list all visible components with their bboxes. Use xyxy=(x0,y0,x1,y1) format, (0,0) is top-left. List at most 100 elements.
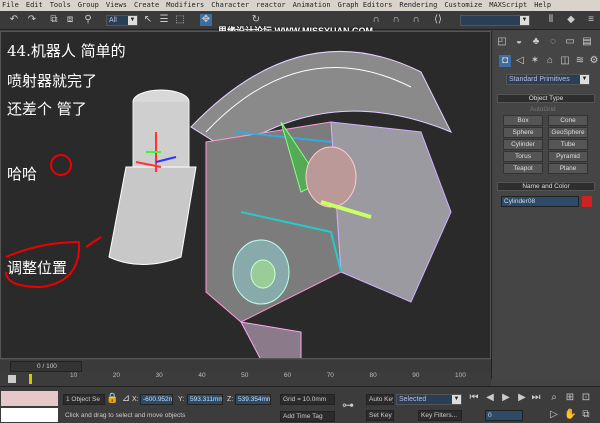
utilities-tab-icon[interactable]: ▤ xyxy=(581,36,593,48)
rectangular-selection-icon[interactable]: ⬚ xyxy=(174,14,186,26)
menu-character[interactable]: Character xyxy=(211,0,249,11)
object-type-rollout[interactable]: Object Type xyxy=(497,94,595,103)
teapot-button[interactable]: Teapot xyxy=(503,163,543,174)
angle-snap-icon[interactable]: ∩ xyxy=(390,14,402,26)
hierarchy-tab-icon[interactable]: ♣ xyxy=(530,36,542,48)
absolute-mode-icon[interactable]: ⊿ xyxy=(120,393,132,405)
track-bar[interactable]: 10 20 30 40 50 60 70 80 90 100 xyxy=(0,372,491,386)
lights-icon[interactable]: ✶ xyxy=(529,55,541,67)
helpers-icon[interactable]: ◫ xyxy=(559,55,571,67)
menu-edit[interactable]: Edit xyxy=(26,0,43,11)
menu-tools[interactable]: Tools xyxy=(50,0,71,11)
percent-snap-icon[interactable]: ∩ xyxy=(410,14,422,26)
object-name-input[interactable]: Cylinder08 xyxy=(501,196,579,207)
cone-button[interactable]: Cone xyxy=(548,115,588,126)
bind-space-warp-icon[interactable]: ⚲ xyxy=(82,14,94,26)
track-bar-toggle-icon[interactable] xyxy=(8,375,16,383)
zoom-all-icon[interactable]: ⊞ xyxy=(564,392,576,404)
motion-tab-icon[interactable]: ◌ xyxy=(547,36,559,48)
zoom-icon[interactable]: ⌕ xyxy=(548,392,560,404)
cylinder-button[interactable]: Cylinder xyxy=(503,139,543,150)
selection-count: 1 Object Se xyxy=(63,394,105,405)
display-tab-icon[interactable]: ▭ xyxy=(564,36,576,48)
modify-tab-icon[interactable]: ◒ xyxy=(513,36,525,48)
named-selection-icon[interactable]: ⟨⟩ xyxy=(432,14,444,26)
geosphere-button[interactable]: GeoSphere xyxy=(548,127,588,138)
shapes-icon[interactable]: ◁ xyxy=(514,55,526,67)
menu-help[interactable]: Help xyxy=(534,0,551,11)
current-frame-input[interactable]: 0 xyxy=(485,410,523,421)
tick-label: 10 xyxy=(70,372,78,379)
y-coordinate-input[interactable]: 593.311mm xyxy=(187,394,223,405)
autogrid-checkbox[interactable]: AutoGrid xyxy=(530,106,556,113)
next-frame-icon[interactable]: ▶ xyxy=(516,392,528,404)
menu-rendering[interactable]: Rendering xyxy=(399,0,437,11)
menu-customize[interactable]: Customize xyxy=(444,0,482,11)
menu-reactor[interactable]: reactor xyxy=(256,0,286,11)
named-selection-sets-dropdown[interactable]: ▼ xyxy=(460,15,530,26)
play-icon[interactable]: ▶ xyxy=(500,392,512,404)
box-button[interactable]: Box xyxy=(503,115,543,126)
maxscript-listener-white[interactable] xyxy=(1,408,58,422)
lock-icon[interactable]: 🔒 xyxy=(106,393,118,405)
pan-icon[interactable]: ✋ xyxy=(564,409,576,421)
select-object-icon[interactable]: ↖ xyxy=(142,14,154,26)
cameras-icon[interactable]: ⌂ xyxy=(544,55,556,67)
zoom-extents-icon[interactable]: ⊡ xyxy=(580,392,592,404)
tube-button[interactable]: Tube xyxy=(548,139,588,150)
previous-frame-icon[interactable]: ◀ xyxy=(484,392,496,404)
torus-button[interactable]: Torus xyxy=(503,151,543,162)
x-coordinate-input[interactable]: -600.952m xyxy=(140,394,173,405)
main-toolbar: ↶ ↷ ⧉ ⧈ ⚲ All ▼ ↖ ☰ ⬚ ✥ ↻ ∩ ∩ ∩ ⟨⟩ ▼ ⫴ ◆ … xyxy=(0,11,600,36)
key-icon[interactable]: ⊶ xyxy=(342,399,354,411)
time-slider[interactable]: 0 / 100 xyxy=(0,360,491,372)
set-key-button[interactable]: Set Key xyxy=(366,410,394,421)
category-dropdown[interactable]: Standard Primitives ▼ xyxy=(506,74,590,85)
maximize-viewport-icon[interactable]: ⧉ xyxy=(580,409,592,421)
sphere-button[interactable]: Sphere xyxy=(503,127,543,138)
pyramid-button[interactable]: Pyramid xyxy=(548,151,588,162)
redo-icon[interactable]: ↷ xyxy=(26,14,38,26)
menu-create[interactable]: Create xyxy=(134,0,159,11)
mirror-icon[interactable]: ⫴ xyxy=(545,14,557,26)
systems-icon[interactable]: ⚙ xyxy=(588,55,600,67)
plane-button[interactable]: Plane xyxy=(548,163,588,174)
select-by-name-icon[interactable]: ☰ xyxy=(158,14,170,26)
layers-icon[interactable]: ≡ xyxy=(585,14,597,26)
z-coordinate-input[interactable]: 539.354mm xyxy=(235,394,271,405)
time-slider-thumb[interactable]: 0 / 100 xyxy=(10,361,82,372)
auto-key-button[interactable]: Auto Key xyxy=(366,394,394,405)
go-to-end-icon[interactable]: ⏭ xyxy=(530,392,542,404)
go-to-start-icon[interactable]: ⏮ xyxy=(468,392,480,404)
object-color-swatch[interactable] xyxy=(582,196,592,207)
perspective-viewport[interactable]: 44.机器人 简单的 喷射器就完了 还差个 管了 哈哈 调整位置 xyxy=(0,31,491,359)
tick-label: 100 xyxy=(455,372,466,379)
menu-group[interactable]: Group xyxy=(78,0,99,11)
key-mode-dropdown[interactable]: Selected ▼ xyxy=(396,394,462,405)
annotation-line-2: 喷射器就完了 xyxy=(7,72,98,90)
grid-size: Grid = 10.0mm xyxy=(280,394,335,405)
tick-label: 90 xyxy=(412,372,420,379)
create-tab-icon[interactable]: ◰ xyxy=(496,36,508,48)
geometry-icon[interactable]: ◘ xyxy=(499,55,511,67)
menu-views[interactable]: Views xyxy=(106,0,127,11)
menu-maxscript[interactable]: MAXScript xyxy=(489,0,527,11)
menu-graph-editors[interactable]: Graph Editors xyxy=(338,0,393,11)
chevron-down-icon: ▼ xyxy=(128,16,137,25)
name-and-color-rollout[interactable]: Name and Color xyxy=(497,182,595,191)
add-time-tag-button[interactable]: Add Time Tag xyxy=(280,411,335,422)
link-icon[interactable]: ⧉ xyxy=(48,14,60,26)
move-icon[interactable]: ✥ xyxy=(200,14,212,26)
menu-file[interactable]: File xyxy=(2,0,19,11)
key-filters-button[interactable]: Key Filters... xyxy=(418,410,462,421)
undo-icon[interactable]: ↶ xyxy=(8,14,20,26)
menu-animation[interactable]: Animation xyxy=(293,0,331,11)
annotation-line-3: 还差个 管了 xyxy=(7,100,87,118)
unlink-icon[interactable]: ⧈ xyxy=(64,14,76,26)
space-warps-icon[interactable]: ≋ xyxy=(574,55,586,67)
align-icon[interactable]: ◆ xyxy=(565,14,577,26)
menu-modifiers[interactable]: Modifiers xyxy=(166,0,204,11)
selection-filter-dropdown[interactable]: All ▼ xyxy=(106,15,138,26)
field-of-view-icon[interactable]: ▷ xyxy=(548,409,560,421)
maxscript-listener-pink[interactable] xyxy=(1,391,58,406)
